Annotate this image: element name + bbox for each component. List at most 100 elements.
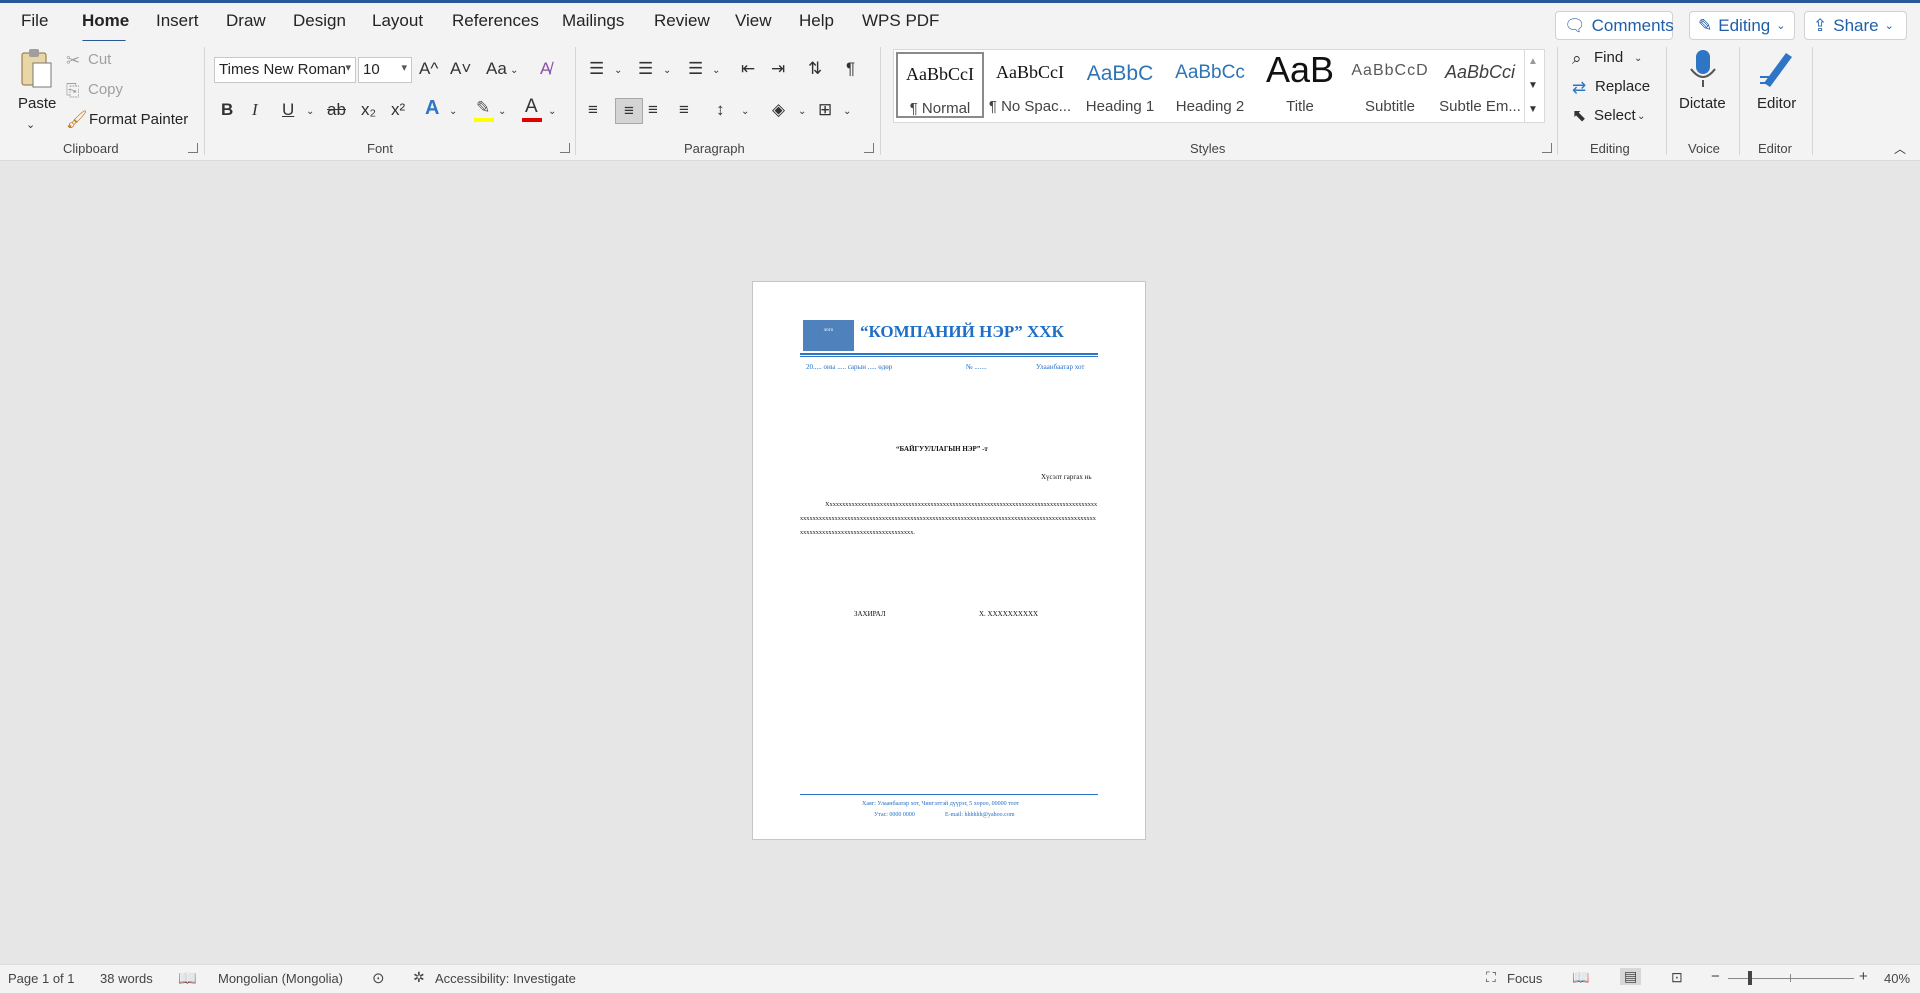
tab-wps-pdf[interactable]: WPS PDF [862, 11, 939, 31]
justify-icon[interactable]: ≡ [679, 100, 689, 120]
footer-email: Е-mail: hhhhhh@yahoo.com [945, 812, 1015, 818]
editing-mode-button[interactable]: ✎ Editing ⌄ [1689, 11, 1795, 40]
menu-bar: File Home Insert Draw Design Layout Refe… [0, 3, 1920, 43]
increase-indent-icon[interactable]: ⇥ [771, 59, 785, 79]
line-spacing-icon[interactable]: ↕ [716, 100, 725, 120]
styles-launcher-icon[interactable] [1542, 143, 1552, 153]
find-icon: ⌕ [1572, 49, 1582, 68]
paste-button[interactable]: Paste ⌄ [16, 47, 56, 131]
change-case-icon[interactable]: Aa [486, 59, 507, 79]
director-name: Х. XXXXXXXXXX [979, 610, 1039, 618]
font-launcher-icon[interactable] [560, 143, 570, 153]
italic-button[interactable]: I [252, 100, 258, 120]
tab-mailings[interactable]: Mailings [562, 11, 624, 31]
group-divider [1739, 47, 1740, 155]
share-button[interactable]: ⇪ Share ⌄ [1804, 11, 1907, 40]
style-subtitle[interactable]: AaBbCcD Subtitle [1346, 52, 1434, 118]
tab-design[interactable]: Design [293, 11, 346, 31]
dictate-button[interactable]: Dictate [1678, 47, 1728, 127]
tab-layout[interactable]: Layout [372, 11, 423, 31]
focus-button[interactable]: Focus [1507, 971, 1542, 986]
style-subtle-emphasis[interactable]: AaBbCci Subtle Em... [1436, 52, 1524, 118]
sort-icon[interactable]: ⇅ [808, 59, 822, 79]
style-heading-2[interactable]: AaBbCc Heading 2 [1166, 52, 1254, 118]
multilevel-list-icon[interactable]: ☰ [688, 59, 703, 79]
more-styles-icon[interactable]: ▼ [1528, 100, 1538, 120]
web-layout-icon[interactable]: ⊡ [1671, 969, 1683, 986]
zoom-slider-thumb[interactable] [1748, 971, 1752, 985]
group-divider [1557, 47, 1558, 155]
align-center-icon[interactable]: ≡ [615, 98, 643, 124]
cut-button[interactable]: Cut [88, 51, 111, 68]
select-button[interactable]: Select [1594, 107, 1636, 124]
clipboard-launcher-icon[interactable] [188, 143, 198, 153]
style-no-spacing[interactable]: AaBbCcI ¶ No Spac... [986, 52, 1074, 118]
document-page[interactable]: лого “КОМПАНИЙ НЭР” ХХК 20..... оны ....… [752, 281, 1146, 840]
style-heading-1[interactable]: AaBbC Heading 1 [1076, 52, 1164, 118]
chevron-down-icon: ⌄ [614, 65, 623, 76]
highlight-color-button[interactable]: ✎ [474, 98, 496, 122]
align-left-icon[interactable]: ≡ [588, 100, 598, 120]
tab-insert[interactable]: Insert [156, 11, 199, 31]
bold-button[interactable]: B [221, 100, 233, 120]
shrink-font-icon[interactable]: A˅ [450, 59, 471, 79]
font-color-button[interactable]: A [522, 97, 544, 122]
comments-button[interactable]: 🗨 Comments [1555, 11, 1674, 40]
zoom-slider[interactable] [1728, 971, 1854, 985]
chevron-down-icon: ⌄ [712, 65, 721, 76]
city-line: Улаанбаатар хот [1036, 363, 1085, 371]
language-indicator[interactable]: Mongolian (Mongolia) [218, 971, 343, 986]
footer-phone: Утас: 0000 0000 [874, 812, 915, 818]
editor-button[interactable]: Editor [1752, 47, 1802, 127]
font-name-combo[interactable]: Times New Roman ▾ [214, 57, 356, 83]
collapse-ribbon-icon[interactable]: ︿ [1894, 139, 1906, 159]
grow-font-icon[interactable]: A^ [419, 59, 438, 79]
strikethrough-button[interactable]: ab [327, 100, 346, 120]
superscript-button[interactable]: x² [391, 100, 405, 120]
tab-home[interactable]: Home [82, 11, 129, 31]
zoom-out-icon[interactable]: − [1711, 968, 1720, 985]
tab-view[interactable]: View [735, 11, 772, 31]
tab-help[interactable]: Help [799, 11, 834, 31]
clear-formatting-icon[interactable]: A̸ [540, 59, 551, 79]
decrease-indent-icon[interactable]: ⇤ [741, 59, 755, 79]
proofing-icon[interactable]: 📖 [178, 969, 197, 987]
scroll-up-icon[interactable]: ▲ [1528, 52, 1538, 72]
read-mode-icon[interactable]: 📖 [1572, 969, 1589, 986]
macro-icon[interactable]: ⊙ [372, 969, 385, 987]
style-label: Heading 1 [1085, 98, 1155, 115]
bullets-icon[interactable]: ☰ [589, 59, 604, 79]
recipient-line: “БАЙГУУЛЛАГЫН НЭР” -т [896, 445, 988, 453]
tab-draw[interactable]: Draw [226, 11, 266, 31]
zoom-in-icon[interactable]: + [1859, 968, 1868, 985]
align-right-icon[interactable]: ≡ [648, 100, 658, 120]
font-size-combo[interactable]: 10 ▾ [358, 57, 412, 83]
text-effects-icon[interactable]: A [425, 98, 439, 118]
chevron-down-icon: ⌄ [1884, 20, 1894, 32]
find-button[interactable]: Find [1594, 49, 1623, 66]
shading-icon[interactable]: ◈ [772, 100, 785, 120]
underline-button[interactable]: U [282, 100, 294, 120]
voice-group-label: Voice [1688, 141, 1720, 156]
word-count[interactable]: 38 words [100, 971, 153, 986]
replace-button[interactable]: Replace [1595, 78, 1650, 95]
tab-review[interactable]: Review [654, 11, 710, 31]
show-formatting-icon[interactable]: ¶ [846, 59, 855, 79]
numbering-icon[interactable]: ☰ [638, 59, 653, 79]
group-divider [880, 47, 881, 155]
zoom-level[interactable]: 40% [1884, 971, 1910, 986]
chevron-down-icon: ⌄ [449, 106, 458, 117]
copy-button[interactable]: Copy [88, 81, 123, 98]
tab-file[interactable]: File [21, 11, 48, 31]
borders-icon[interactable]: ⊞ [818, 100, 832, 120]
style-title[interactable]: AaB Title [1256, 52, 1344, 118]
scroll-down-icon[interactable]: ▼ [1528, 76, 1538, 96]
style-normal[interactable]: AaBbCcI ¶ Normal [896, 52, 984, 118]
accessibility-status[interactable]: Accessibility: Investigate [435, 971, 576, 986]
tab-references[interactable]: References [452, 11, 539, 31]
format-painter-button[interactable]: Format Painter [89, 111, 188, 128]
paragraph-launcher-icon[interactable] [864, 143, 874, 153]
page-count[interactable]: Page 1 of 1 [8, 971, 75, 986]
subscript-button[interactable]: x₂ [361, 100, 376, 120]
print-layout-icon[interactable]: ▤ [1620, 968, 1642, 985]
